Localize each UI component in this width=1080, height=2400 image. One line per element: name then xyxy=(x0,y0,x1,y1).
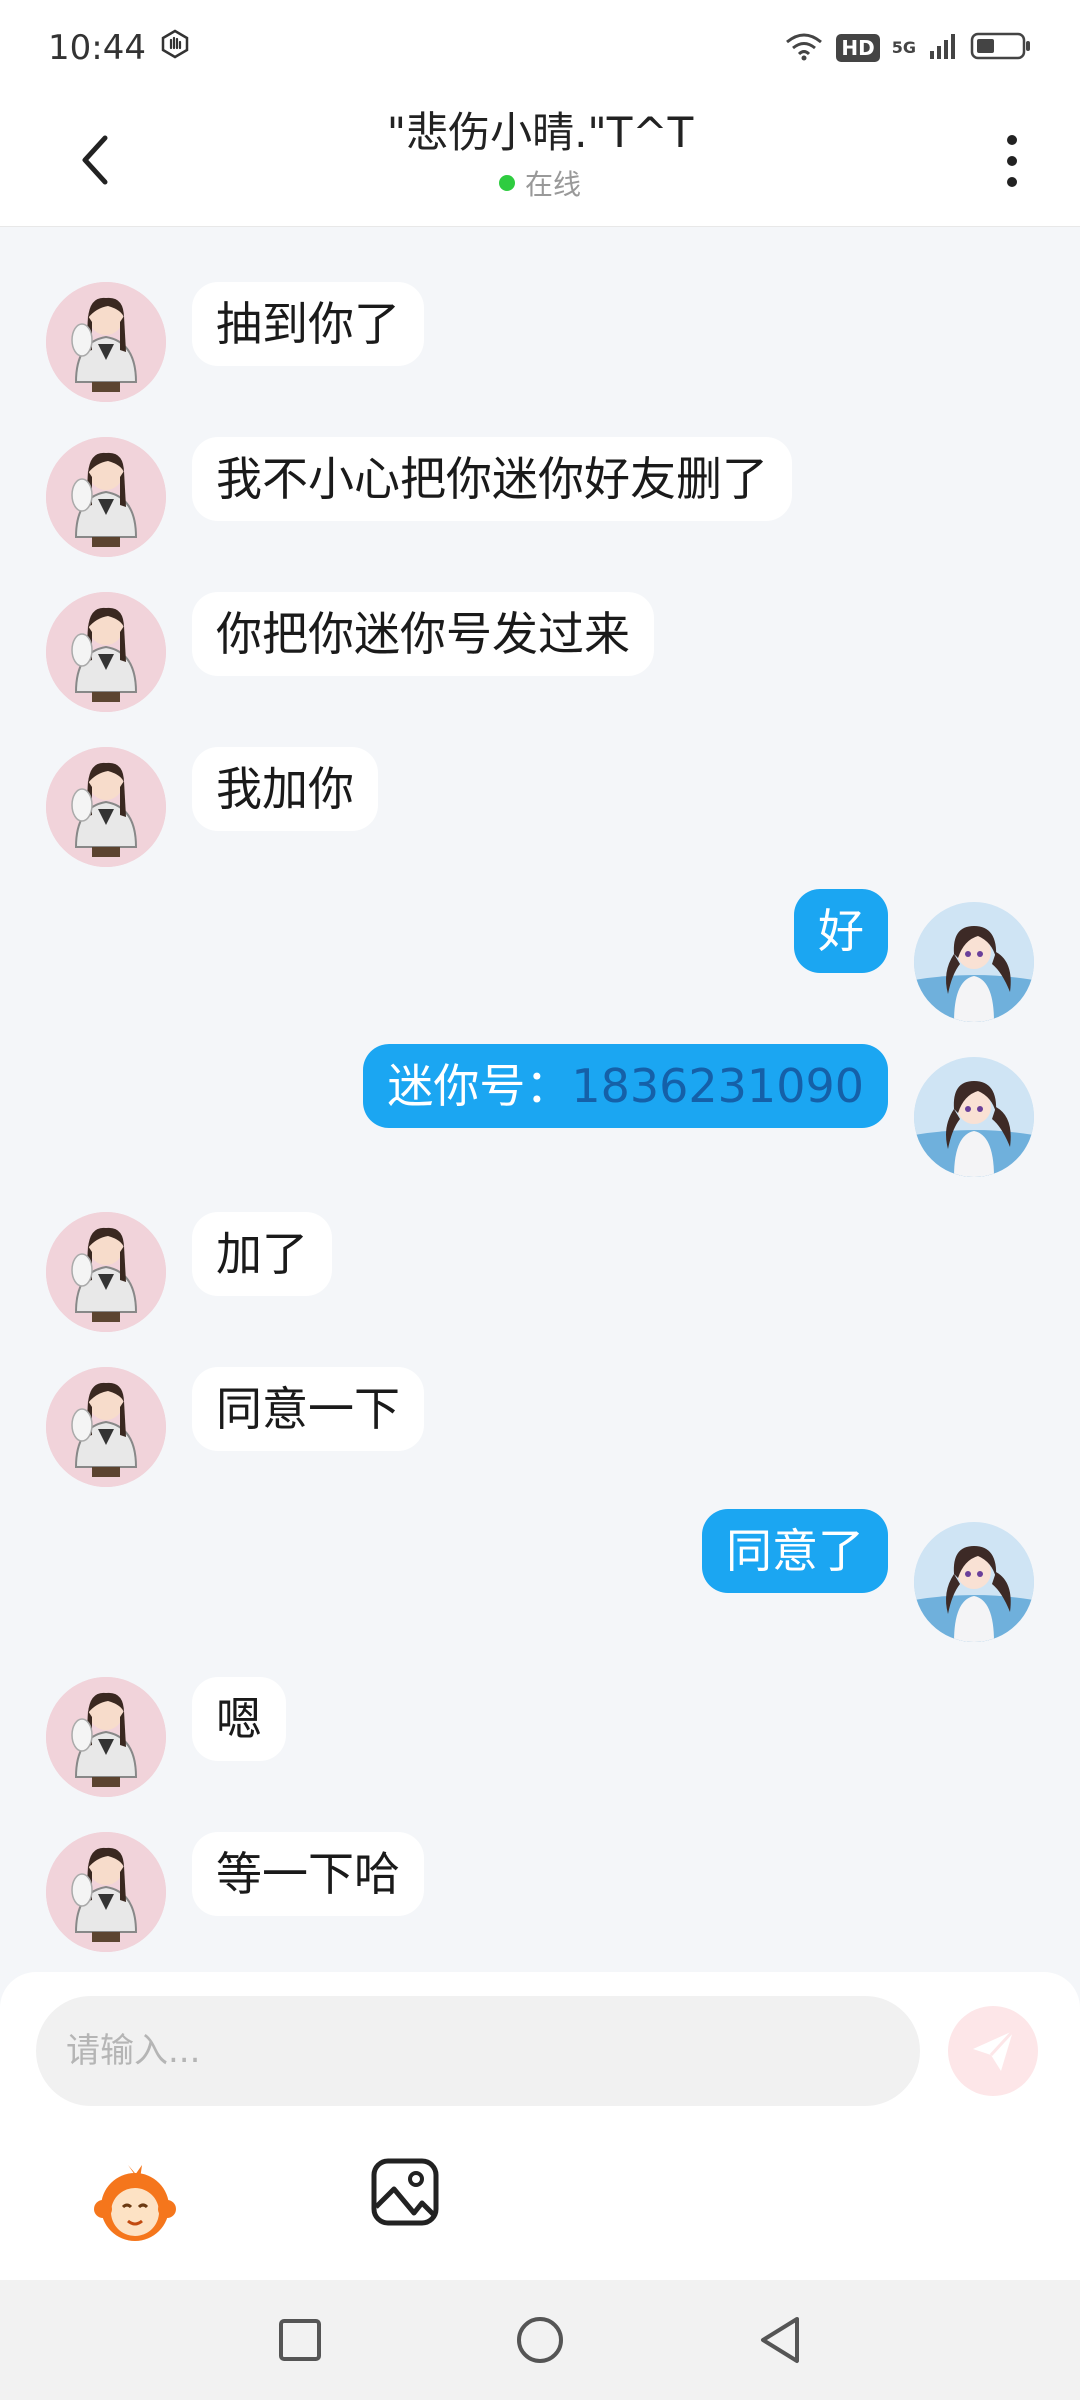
more-vertical-icon xyxy=(1007,135,1017,145)
contact-avatar[interactable] xyxy=(46,1677,166,1797)
my-avatar[interactable] xyxy=(914,902,1034,1022)
network-type: 5G xyxy=(891,37,916,57)
message-text: 加了 xyxy=(216,1227,308,1281)
more-button[interactable] xyxy=(992,129,1032,193)
hand-icon xyxy=(160,28,190,68)
message-text: 等一下哈 xyxy=(216,1847,400,1901)
message-bubble[interactable]: 嗯 xyxy=(192,1677,286,1761)
my-avatar[interactable] xyxy=(914,1057,1034,1177)
message-input[interactable] xyxy=(36,1996,920,2106)
home-button[interactable] xyxy=(510,2310,570,2370)
message-row: 迷你号：1836231090 xyxy=(0,1044,1080,1182)
message-text: 你把你迷你号发过来 xyxy=(216,607,630,661)
message-bubble[interactable]: 等一下哈 xyxy=(192,1832,424,1916)
message-text: 好 xyxy=(818,904,864,958)
contact-avatar[interactable] xyxy=(46,1832,166,1952)
my-avatar[interactable] xyxy=(914,1522,1034,1642)
message-text: 抽到你了 xyxy=(216,297,400,351)
contact-avatar[interactable] xyxy=(46,282,166,402)
message-bubble[interactable]: 迷你号：1836231090 xyxy=(363,1044,888,1128)
contact-avatar[interactable] xyxy=(46,1212,166,1332)
mini-id-number[interactable]: 1836231090 xyxy=(571,1059,864,1113)
system-nav-bar xyxy=(0,2280,1080,2400)
contact-avatar[interactable] xyxy=(46,747,166,867)
hd-badge: HD xyxy=(836,33,880,62)
message-text: 我加你 xyxy=(216,762,354,816)
message-bubble[interactable]: 同意了 xyxy=(702,1509,888,1593)
message-text: 嗯 xyxy=(216,1692,262,1746)
message-row: 等一下哈 xyxy=(0,1832,1080,1957)
emoji-icon xyxy=(94,2165,176,2241)
status-bar: 10:44 HD 5G xyxy=(0,0,1080,95)
send-icon xyxy=(973,2029,1015,2071)
message-row: 你把你迷你号发过来 xyxy=(0,592,1080,717)
message-row: 抽到你了 xyxy=(0,282,1080,407)
message-list[interactable]: — — — — 抽到你了我不小心把你迷你好友删了你把你迷你号发过来我加你好迷你号… xyxy=(0,227,1080,1972)
signal-icon xyxy=(928,31,958,65)
message-row: 我加你 xyxy=(0,747,1080,872)
message-row: 嗯 xyxy=(0,1677,1080,1802)
message-text: 同意一下 xyxy=(216,1382,400,1436)
status-left: 10:44 xyxy=(48,28,190,68)
send-button[interactable] xyxy=(948,2006,1038,2096)
square-icon xyxy=(279,2319,321,2361)
message-bubble[interactable]: 好 xyxy=(794,889,888,973)
timestamp-divider: — — — — xyxy=(440,227,640,245)
contact-avatar[interactable] xyxy=(46,592,166,712)
message-bubble[interactable]: 你把你迷你号发过来 xyxy=(192,592,654,676)
wifi-icon xyxy=(784,31,824,65)
message-label: 迷你号： xyxy=(387,1059,572,1113)
chat-header: "悲伤小晴."T^T 在线 xyxy=(0,95,1080,227)
input-panel xyxy=(0,1972,1080,2280)
nav-back-button[interactable] xyxy=(750,2310,810,2370)
circle-icon xyxy=(517,2317,563,2363)
status-right: HD 5G xyxy=(784,31,1032,65)
emoji-button[interactable] xyxy=(90,2157,180,2247)
message-bubble[interactable]: 我加你 xyxy=(192,747,378,831)
online-status-text: 在线 xyxy=(524,168,581,201)
message-bubble[interactable]: 加了 xyxy=(192,1212,332,1296)
message-row: 同意了 xyxy=(0,1509,1080,1647)
contact-avatar[interactable] xyxy=(46,1367,166,1487)
message-row: 我不小心把你迷你好友删了 xyxy=(0,437,1080,562)
online-dot xyxy=(498,175,515,191)
status-time: 10:44 xyxy=(48,27,146,68)
message-row: 好 xyxy=(0,889,1080,1027)
recent-apps-button[interactable] xyxy=(270,2310,330,2370)
contact-avatar[interactable] xyxy=(46,437,166,557)
triangle-back-icon xyxy=(761,2317,799,2363)
chevron-left-icon xyxy=(82,135,108,185)
back-button[interactable] xyxy=(60,125,130,195)
message-row: 同意一下 xyxy=(0,1367,1080,1492)
message-text: 同意了 xyxy=(726,1524,864,1578)
message-text: 我不小心把你迷你好友删了 xyxy=(216,452,768,506)
image-button[interactable] xyxy=(370,2157,440,2227)
message-bubble[interactable]: 我不小心把你迷你好友删了 xyxy=(192,437,792,521)
title-block: "悲伤小晴."T^T 在线 xyxy=(200,105,880,203)
message-row: 加了 xyxy=(0,1212,1080,1337)
battery-icon xyxy=(970,31,1032,65)
image-icon xyxy=(371,2158,439,2226)
chat-title: "悲伤小晴."T^T xyxy=(386,108,694,157)
message-bubble[interactable]: 抽到你了 xyxy=(192,282,424,366)
message-bubble[interactable]: 同意一下 xyxy=(192,1367,424,1451)
online-status: 在线 xyxy=(498,163,581,203)
